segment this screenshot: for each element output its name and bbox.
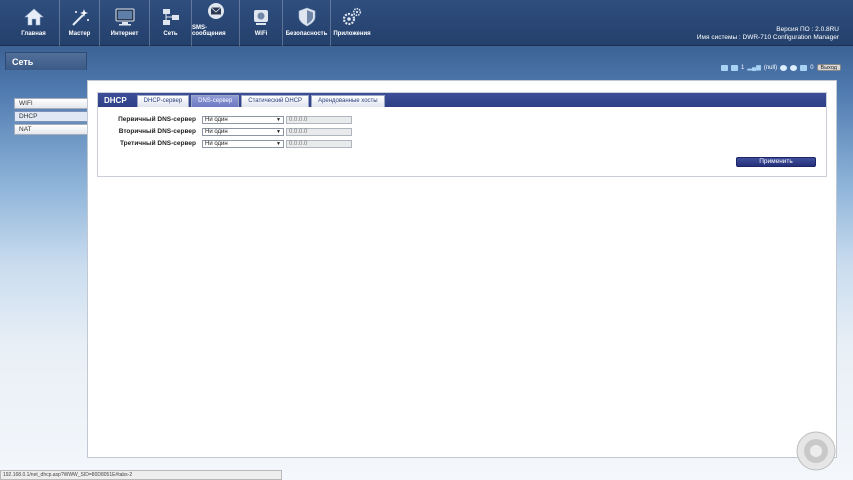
panel-title: DHCP xyxy=(104,95,127,105)
network-icon xyxy=(160,7,182,27)
envelope-icon xyxy=(205,1,227,21)
sidebar-item-dhcp[interactable]: DHCP xyxy=(14,111,89,122)
system-info: Версия ПО : 2.0.8RU Имя системы : DWR-71… xyxy=(697,26,839,42)
nav-sms[interactable]: SMS-сообщения xyxy=(192,0,240,46)
globe-icon xyxy=(790,64,798,71)
nav-label: WiFi xyxy=(254,31,268,37)
gears-icon xyxy=(341,7,363,27)
shield-icon xyxy=(296,7,318,27)
signal-icon: ▂▄▆ xyxy=(747,65,761,71)
dhcp-panel: DHCP DHCP-сервер DNS-сервер Статический … xyxy=(97,92,827,177)
tab-leased-hosts[interactable]: Арендованные хосты xyxy=(311,95,385,107)
sms-count: 1 xyxy=(741,64,745,71)
wifi-router-icon xyxy=(250,7,272,27)
home-icon xyxy=(23,7,45,27)
message-icon[interactable] xyxy=(800,64,808,71)
sim-icon xyxy=(780,64,788,71)
secondary-dns-select[interactable]: Ни один ▼ xyxy=(202,127,284,136)
apply-button[interactable]: Применить xyxy=(736,157,816,167)
nav-wifi[interactable]: WiFi xyxy=(240,0,283,46)
tertiary-dns-select-value: Ни один xyxy=(205,140,228,147)
nav-label: Сеть xyxy=(163,31,178,37)
sidebar-item-nat[interactable]: NAT xyxy=(14,124,89,135)
logout-button[interactable]: Выход xyxy=(816,64,841,71)
nav-network[interactable]: Сеть xyxy=(150,0,192,46)
panel-header: DHCP DHCP-сервер DNS-сервер Статический … xyxy=(98,93,826,107)
tertiary-dns-label: Третичный DNS-сервер xyxy=(119,140,196,147)
primary-dns-select[interactable]: Ни один ▼ xyxy=(202,115,284,124)
sidebar-item-wifi[interactable]: WIFI xyxy=(14,98,89,109)
nav-label: Интернет xyxy=(110,31,139,37)
nav-wizard[interactable]: Мастер xyxy=(60,0,100,46)
primary-dns-label: Первичный DNS-сервер xyxy=(118,116,196,123)
system-name: Имя системы : DWR-710 Configuration Mana… xyxy=(696,34,839,41)
nav-label: Приложения xyxy=(333,31,371,37)
secondary-dns-select-value: Ни один xyxy=(205,128,228,135)
status-strip: 1 ▂▄▆ (null) 0 Выход xyxy=(721,63,841,72)
nav-home[interactable]: Главная xyxy=(8,0,60,46)
chevron-down-icon: ▼ xyxy=(276,128,281,135)
main-content: DHCP DHCP-сервер DNS-сервер Статический … xyxy=(87,80,837,458)
nav-label: Безопасность xyxy=(285,31,328,37)
nav-security[interactable]: Безопасность xyxy=(283,0,331,46)
primary-dns-select-value: Ни один xyxy=(205,116,228,123)
wand-icon xyxy=(69,7,91,27)
secondary-dns-label: Вторичный DNS-сервер xyxy=(118,128,196,135)
secondary-dns-row: Вторичный DNS-сервер Ни один ▼ 0.0.0.0 xyxy=(98,127,352,136)
browser-status-url: 192.168.0.1/net_dhcp.asp?WWW_SID=80D8051… xyxy=(0,470,282,480)
message-count: 0 xyxy=(810,64,814,71)
signal-text: (null) xyxy=(763,64,778,71)
tab-static-dhcp[interactable]: Статический DHCP xyxy=(241,95,310,107)
tertiary-dns-select[interactable]: Ни один ▼ xyxy=(202,139,284,148)
nav-apps[interactable]: Приложения xyxy=(331,0,373,46)
nav-label: Мастер xyxy=(68,31,91,37)
nav-label: SMS-сообщения xyxy=(192,25,226,37)
monitor-icon xyxy=(114,7,136,27)
chevron-down-icon: ▼ xyxy=(276,116,281,123)
top-navigation-bar: Главная Мастер Интернет Сеть SMS-сообщен… xyxy=(0,0,853,46)
tertiary-dns-row: Третичный DNS-сервер Ни один ▼ 0.0.0.0 xyxy=(98,139,352,148)
sidebar-title: Сеть xyxy=(5,52,87,70)
firmware-version: Версия ПО : 2.0.8RU xyxy=(776,26,839,33)
sms-icon[interactable] xyxy=(731,64,739,71)
chevron-down-icon: ▼ xyxy=(276,140,281,147)
nav-internet[interactable]: Интернет xyxy=(100,0,150,46)
nav-label: Главная xyxy=(21,31,46,37)
secondary-dns-ip-field[interactable]: 0.0.0.0 xyxy=(286,127,352,136)
primary-dns-ip-field[interactable]: 0.0.0.0 xyxy=(286,115,352,124)
primary-dns-row: Первичный DNS-сервер Ни один ▼ 0.0.0.0 xyxy=(98,115,352,124)
computer-icon xyxy=(721,64,729,71)
tab-dhcp-server[interactable]: DHCP-сервер xyxy=(136,95,190,107)
tab-dns-server[interactable]: DNS-сервер xyxy=(191,95,240,107)
tertiary-dns-ip-field[interactable]: 0.0.0.0 xyxy=(286,139,352,148)
watermark-logo-icon xyxy=(796,431,836,471)
